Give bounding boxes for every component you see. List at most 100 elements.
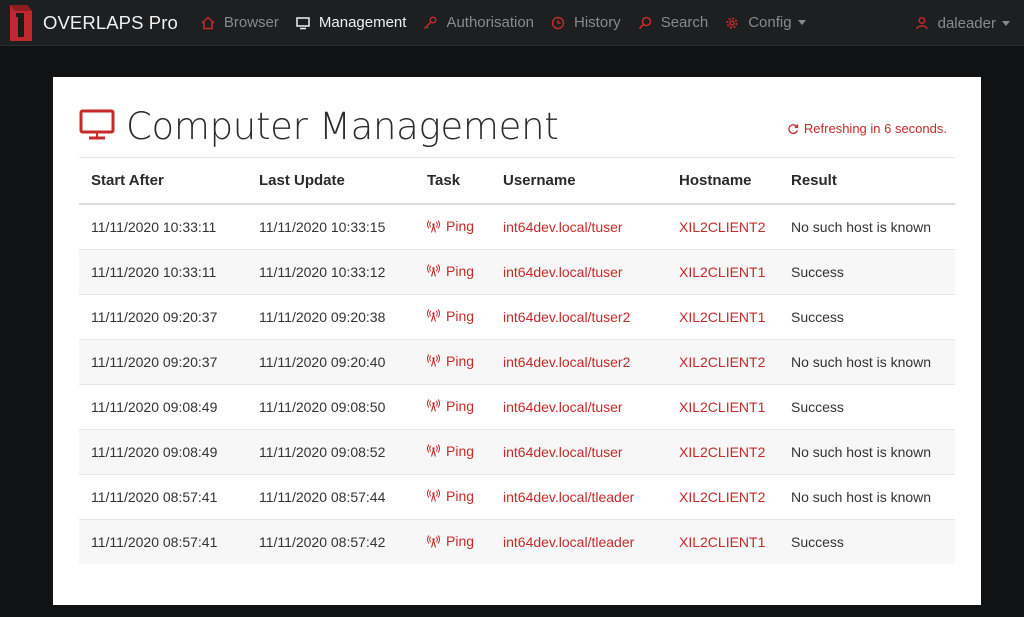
table-row: 11/11/2020 08:57:41 11/11/2020 08:57:44 Pi… <box>79 473 955 519</box>
task-link[interactable]: Ping <box>427 488 474 504</box>
start-after-cell: 11/11/2020 09:20:37 <box>79 293 247 339</box>
nav-item-history[interactable]: History <box>542 0 629 46</box>
last-update-cell: 11/11/2020 09:08:52 <box>247 428 415 474</box>
user-name: daleader <box>937 14 996 32</box>
start-after-cell: 11/11/2020 08:57:41 <box>79 473 247 519</box>
username-cell: int64dev.local/tleader <box>491 473 667 519</box>
nav-item-search[interactable]: Search <box>629 0 717 46</box>
signal-icon <box>427 444 440 457</box>
task-cell: Ping <box>415 204 491 249</box>
nav-item-label: History <box>574 14 621 31</box>
hostname-cell: XIL2CLIENT2 <box>667 204 779 249</box>
hostname-link[interactable]: XIL2CLIENT1 <box>679 309 765 325</box>
nav-item-label: Management <box>318 14 407 31</box>
user-menu[interactable]: daleader <box>914 0 1010 46</box>
task-label: Ping <box>446 397 475 414</box>
column-header-username[interactable]: Username <box>491 158 667 205</box>
refresh-icon <box>788 123 799 134</box>
task-cell: Ping <box>415 383 491 429</box>
result-cell: No such host is known <box>779 473 955 519</box>
column-header-last-update[interactable]: Last Update <box>247 158 415 205</box>
signal-icon <box>427 219 440 233</box>
refresh-status: Refreshing in 6 seconds. <box>787 121 947 136</box>
task-cell: Ping <box>415 428 491 474</box>
result-cell: No such host is known <box>779 428 955 474</box>
start-after-cell: 11/11/2020 08:57:41 <box>79 518 247 564</box>
task-cell: Ping <box>415 293 491 339</box>
table-row: 11/11/2020 10:33:11 11/11/2020 10:33:12 Pi… <box>79 248 955 294</box>
table-header-row: Start After Last Update Task Username Ho… <box>79 158 955 205</box>
hostname-cell: XIL2CLIENT2 <box>667 338 779 384</box>
nav-item-label: Authorisation <box>446 14 535 31</box>
result-cell: No such host is known <box>791 218 932 235</box>
username-cell: int64dev.local/tuser <box>491 428 667 474</box>
last-update-cell: 11/11/2020 09:20:38 <box>247 293 415 339</box>
nav-item-label: Browser <box>223 14 279 31</box>
nav-item-authorisation[interactable]: Authorisation <box>414 0 542 46</box>
hostname-link[interactable]: XIL2CLIENT2 <box>679 354 765 370</box>
task-label: Ping <box>446 533 475 549</box>
nav-item-config[interactable]: Config <box>716 0 813 46</box>
column-header-hostname[interactable]: Hostname <box>667 158 779 205</box>
table-row: 11/11/2020 09:08:49 11/11/2020 09:08:50 Pi… <box>79 383 955 429</box>
username-link[interactable]: int64dev.local/tuser2 <box>503 354 630 370</box>
username-link[interactable]: int64dev.local/tleader <box>503 534 634 550</box>
last-update-cell: 11/11/2020 09:20:40 <box>247 338 415 384</box>
hostname-link[interactable]: XIL2CLIENT2 <box>679 444 765 460</box>
last-update-cell: 11/11/2020 09:08:50 <box>247 383 415 429</box>
signal-icon <box>427 489 440 502</box>
username-cell: int64dev.local/tuser2 <box>491 293 667 339</box>
hostname-cell: XIL2CLIENT2 <box>667 428 779 474</box>
last-update-cell: 11/11/2020 10:33:12 <box>247 248 415 294</box>
username-link[interactable]: int64dev.local/tuser <box>503 264 623 280</box>
hostname-cell: XIL2CLIENT2 <box>667 473 779 519</box>
username-link[interactable]: int64dev.local/tuser <box>503 219 623 235</box>
clock-icon <box>550 15 566 31</box>
signal-icon <box>427 534 440 548</box>
nav-item-management[interactable]: Management <box>287 0 415 46</box>
last-update-cell: 11/11/2020 08:57:44 <box>247 473 415 519</box>
username-link[interactable]: int64dev.local/tuser <box>503 399 623 415</box>
page-header: Computer Management Refreshing in 6 seco… <box>79 103 955 157</box>
username-link[interactable]: int64dev.local/tuser <box>503 444 623 460</box>
task-link[interactable]: Ping <box>427 308 474 324</box>
hostname-cell: XIL2CLIENT1 <box>667 248 779 294</box>
result-cell: Success <box>779 518 955 564</box>
result-cell: Success <box>779 248 955 294</box>
brand-link[interactable]: OVERLAPS Pro <box>0 0 178 46</box>
page-title: Computer Management <box>126 105 559 148</box>
chevron-down-icon <box>797 20 806 25</box>
monitor-icon <box>295 15 311 31</box>
home-icon <box>200 15 216 31</box>
hostname-link[interactable]: XIL2CLIENT2 <box>679 219 765 235</box>
hostname-link[interactable]: XIL2CLIENT1 <box>679 264 765 280</box>
username-link[interactable]: int64dev.local/tuser2 <box>503 309 630 325</box>
task-link[interactable]: Ping <box>427 398 474 414</box>
task-link[interactable]: Ping <box>427 263 474 279</box>
hostname-cell: XIL2CLIENT1 <box>667 518 779 564</box>
column-header-start-after[interactable]: Start After <box>79 158 247 205</box>
content-panel: Computer Management Refreshing in 6 seco… <box>53 77 981 605</box>
task-link[interactable]: Ping <box>427 533 474 549</box>
start-after-cell: 11/11/2020 09:20:37 <box>79 338 247 384</box>
username-link[interactable]: int64dev.local/tleader <box>503 489 634 505</box>
username-cell: int64dev.local/tuser <box>491 204 667 249</box>
hostname-link[interactable]: XIL2CLIENT2 <box>679 489 765 505</box>
task-cell: Ping <box>415 473 491 519</box>
column-header-task[interactable]: Task <box>415 158 491 205</box>
signal-icon <box>427 354 440 367</box>
nav-item-label: Config <box>748 14 792 31</box>
task-label: Ping <box>446 218 475 234</box>
task-cell: Ping <box>415 518 491 564</box>
start-after-cell: 11/11/2020 10:33:11 <box>79 248 247 294</box>
task-link[interactable]: Ping <box>427 218 474 234</box>
key-icon <box>422 15 438 31</box>
task-link[interactable]: Ping <box>427 353 474 369</box>
task-link[interactable]: Ping <box>427 443 474 459</box>
hostname-link[interactable]: XIL2CLIENT1 <box>679 399 765 415</box>
hostname-link[interactable]: XIL2CLIENT1 <box>679 534 765 550</box>
nav-item-browser[interactable]: Browser <box>192 0 287 46</box>
column-header-result[interactable]: Result <box>779 158 955 205</box>
task-cell: Ping <box>415 248 491 294</box>
result-cell: No such host is known <box>779 338 955 384</box>
